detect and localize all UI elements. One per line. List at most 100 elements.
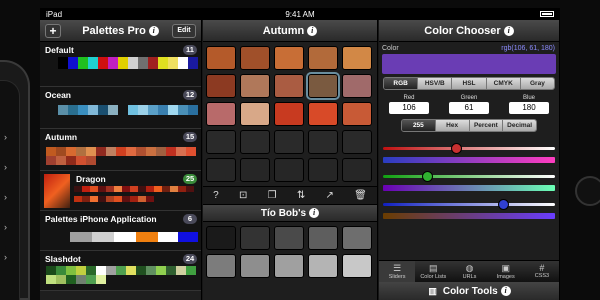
empty-swatch[interactable] (206, 158, 236, 182)
help-icon[interactable]: ? (213, 190, 219, 201)
count-badge: 6 (183, 214, 197, 224)
color-swatch[interactable] (308, 46, 338, 70)
color-swatch[interactable] (342, 226, 372, 250)
empty-swatch[interactable] (308, 130, 338, 154)
empty-swatch[interactable] (240, 130, 270, 154)
color-swatch[interactable] (274, 226, 304, 250)
chevron-right-icon: › (4, 222, 7, 232)
tab-color-lists[interactable]: ▤ Color Lists (415, 261, 451, 282)
mode-gray[interactable]: Gray (520, 78, 554, 89)
info-icon[interactable]: i (307, 25, 318, 36)
empty-swatch[interactable] (240, 158, 270, 182)
color-tools-bar[interactable]: ▥ Color Tools i (379, 282, 559, 300)
color-mode-segmented: RGB HSV/B HSL CMYK Gray (383, 77, 555, 90)
palette-swatches (46, 147, 196, 165)
color-swatch[interactable] (240, 102, 270, 126)
tab-label: URLs (462, 274, 477, 280)
list-item[interactable]: Dragon 25 (40, 171, 201, 211)
red-slider[interactable] (383, 141, 555, 157)
tab-images[interactable]: ▣ Images (488, 261, 524, 282)
tab-css3[interactable]: # CSS3 (524, 261, 559, 282)
edit-button[interactable]: Edit (172, 24, 196, 38)
color-swatch[interactable] (206, 74, 236, 98)
list-item[interactable]: Autumn 15 (40, 129, 201, 171)
format-hex[interactable]: Hex (435, 120, 470, 131)
color-swatch-selected[interactable] (306, 72, 340, 100)
color-swatch[interactable] (308, 226, 338, 250)
info-icon[interactable]: i (500, 286, 511, 296)
blue-input[interactable]: 180 (509, 102, 549, 114)
color-swatch[interactable] (206, 226, 236, 250)
palettes-panel: + Palettes Pro i Edit Default 11 Ocean 1… (40, 20, 202, 300)
color-swatch[interactable] (274, 254, 304, 278)
info-icon[interactable]: i (148, 25, 159, 36)
blue-slider-thumb[interactable] (498, 199, 509, 210)
other-device-bezel: › › › › › (0, 60, 30, 300)
device: › › › › › iPad 9:41 AM + Palettes Pro i … (0, 0, 600, 300)
clock: 9:41 AM (285, 9, 315, 19)
share-icon[interactable]: ↗ (326, 190, 334, 201)
red-slider-thumb[interactable] (451, 143, 462, 154)
color-swatch[interactable] (342, 254, 372, 278)
other-device-screen (0, 80, 20, 300)
color-swatch[interactable] (206, 102, 236, 126)
color-swatch[interactable] (206, 46, 236, 70)
mode-hsl[interactable]: HSL (452, 78, 487, 89)
list-item[interactable]: Palettes iPhone Application 6 (40, 211, 201, 251)
color-swatch[interactable] (240, 226, 270, 250)
trash-icon[interactable]: 🗑 (354, 190, 367, 201)
tools-icon: ▥ (428, 285, 437, 296)
red-field: Red 106 (389, 95, 429, 114)
tab-urls[interactable]: ◍ URLs (451, 261, 487, 282)
empty-swatch[interactable] (274, 158, 304, 182)
sort-icon[interactable]: ⇅ (297, 190, 305, 201)
empty-swatch[interactable] (342, 130, 372, 154)
count-badge: 12 (183, 90, 197, 100)
color-swatch[interactable] (274, 46, 304, 70)
list-item[interactable]: Default 11 (40, 42, 201, 87)
mode-hsvb[interactable]: HSV/B (418, 78, 453, 89)
color-swatch[interactable] (274, 74, 304, 98)
empty-swatch[interactable] (206, 130, 236, 154)
format-decimal[interactable]: Decimal (503, 120, 536, 131)
mode-rgb[interactable]: RGB (384, 78, 419, 89)
color-swatch[interactable] (206, 254, 236, 278)
color-swatch[interactable] (342, 46, 372, 70)
color-swatch[interactable] (240, 46, 270, 70)
red-input[interactable]: 106 (389, 102, 429, 114)
red-label: Red (403, 95, 415, 101)
info-icon[interactable]: i (309, 208, 320, 218)
color-swatch[interactable] (240, 74, 270, 98)
copy-icon[interactable]: ❐ (268, 190, 277, 201)
carrier-label: iPad (46, 9, 63, 19)
blue-slider[interactable] (383, 197, 555, 213)
tab-sliders[interactable]: ☰ Sliders (379, 261, 416, 282)
green-slider-thumb[interactable] (422, 171, 433, 182)
color-swatch[interactable] (308, 102, 338, 126)
colors-panel: Autumn i ? ⊡ ❐ ⇅ ↗ 🗑 Tío Bob's i (203, 20, 378, 300)
blue-label: Blue (522, 95, 535, 101)
list-item[interactable]: Slashdot 24 (40, 251, 201, 291)
color-swatch[interactable] (274, 102, 304, 126)
color-swatch[interactable] (342, 74, 372, 98)
add-palette-button[interactable]: + (45, 24, 61, 38)
green-field: Green 61 (449, 95, 489, 114)
green-input[interactable]: 61 (449, 102, 489, 114)
color-swatch[interactable] (342, 102, 372, 126)
info-icon[interactable]: i (503, 25, 514, 36)
color-swatch[interactable] (308, 254, 338, 278)
empty-swatch[interactable] (342, 158, 372, 182)
home-button[interactable] (575, 176, 600, 206)
current-color-preview (382, 54, 556, 74)
format-percent[interactable]: Percent (469, 120, 504, 131)
palettes-header: + Palettes Pro i Edit (40, 20, 201, 42)
empty-swatch[interactable] (308, 158, 338, 182)
format-255[interactable]: 255 (402, 120, 436, 131)
list-item[interactable]: Ocean 12 (40, 87, 201, 129)
empty-swatch[interactable] (274, 130, 304, 154)
color-swatch[interactable] (240, 254, 270, 278)
mode-cmyk[interactable]: CMYK (486, 78, 521, 89)
palette-swatches (74, 186, 194, 206)
crop-icon[interactable]: ⊡ (239, 190, 247, 201)
green-slider[interactable] (383, 169, 555, 185)
